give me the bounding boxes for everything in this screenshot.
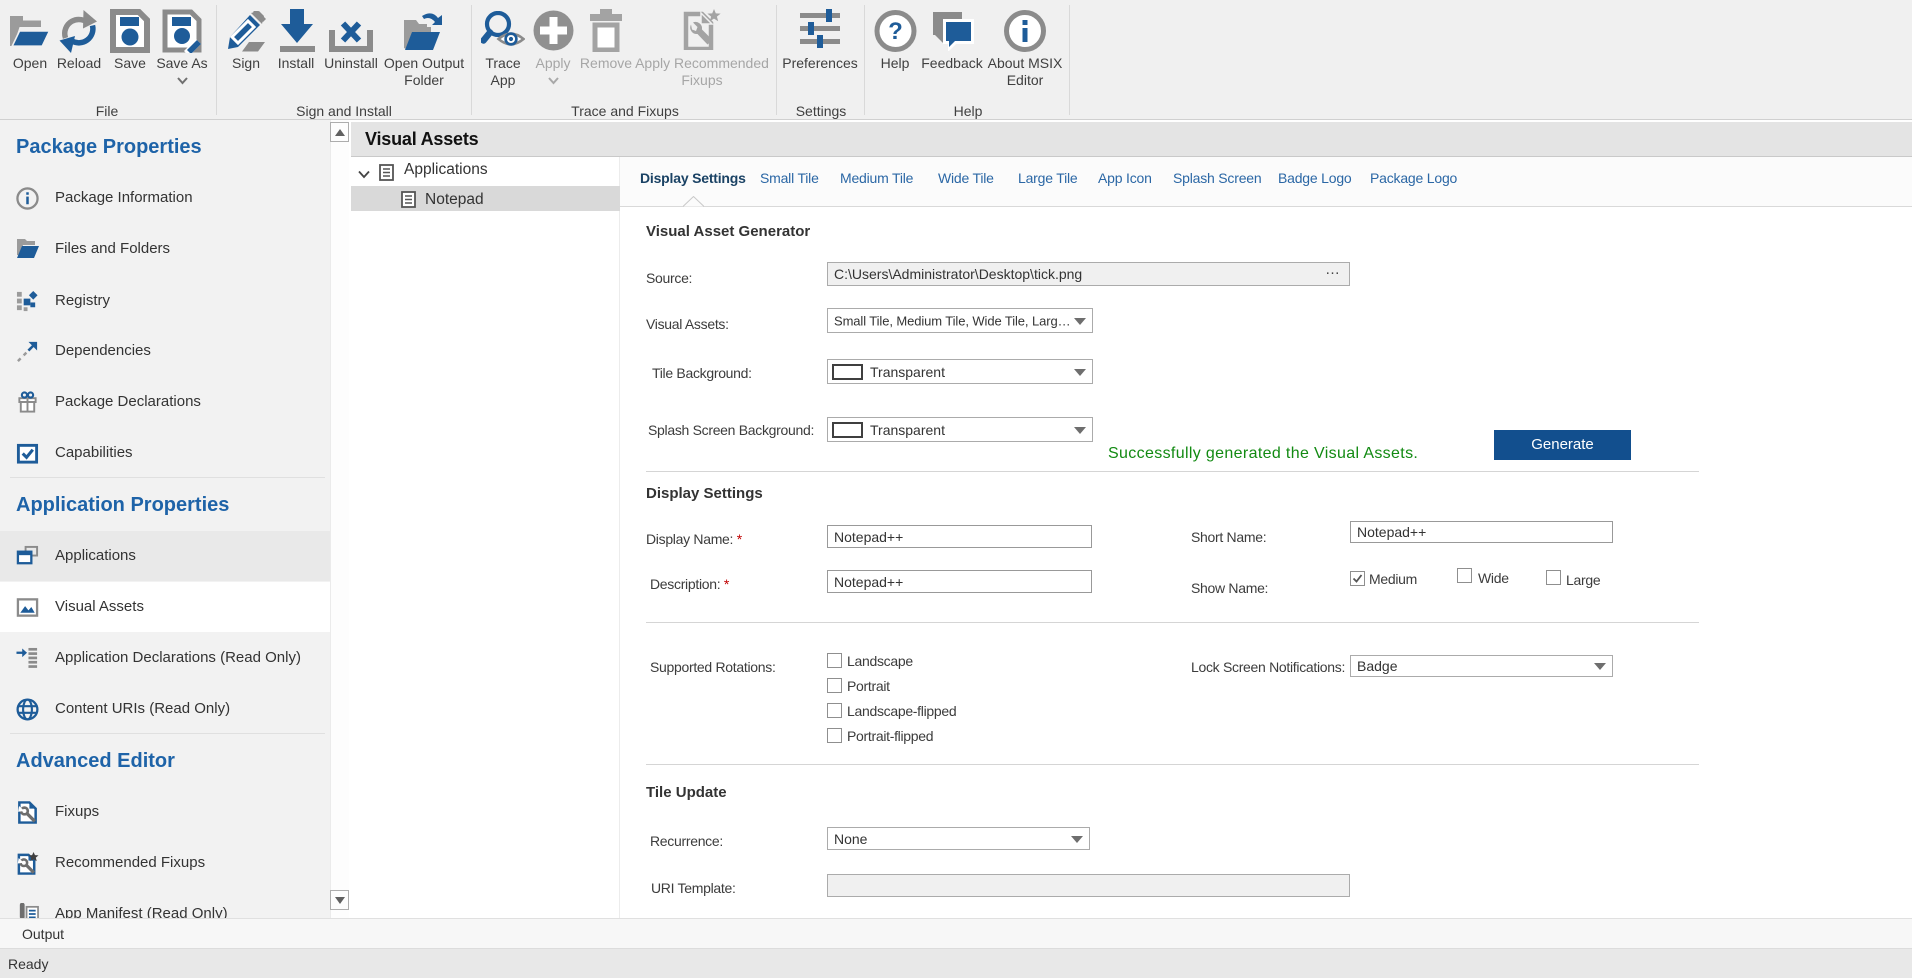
svg-text:?: ?: [888, 18, 903, 45]
